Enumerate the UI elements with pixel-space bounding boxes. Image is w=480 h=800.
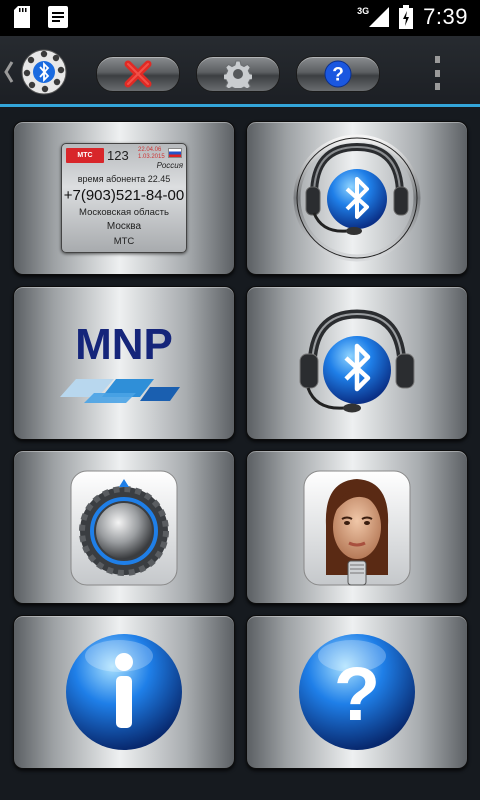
caller-card: МТС 123 22.04.06 1.03.2015 Россия время … [61, 143, 187, 253]
close-button[interactable] [96, 56, 180, 92]
card-location: Московская область [79, 207, 169, 218]
tile-caller-id[interactable]: МТС 123 22.04.06 1.03.2015 Россия время … [13, 121, 235, 275]
date-base: 1.03.2015 [138, 154, 165, 160]
help-question-icon: ? [324, 60, 352, 88]
info-icon [66, 634, 182, 750]
bluetooth-headset-ring-icon [293, 134, 421, 262]
clock: 7:39 [423, 4, 468, 29]
gear-icon [224, 60, 252, 88]
tile-bluetooth-headset[interactable] [246, 286, 468, 440]
signal-icon [369, 7, 390, 27]
card-time-label: время абонента 22.45 [77, 174, 171, 184]
card-phone: +7(903)521-84-00 [63, 187, 185, 204]
network-type-label: 3G [357, 6, 370, 16]
bluetooth-phone-dial-icon [21, 49, 67, 95]
action-bar-divider [0, 104, 480, 107]
tile-voice-assistant[interactable] [246, 450, 468, 604]
sd-card-icon [14, 6, 30, 28]
woman-microphone-icon [303, 470, 411, 586]
card-code: 123 [107, 148, 129, 163]
mnp-label: MNP [75, 320, 173, 369]
card-operator: МТС [113, 236, 135, 247]
svg-text:?: ? [334, 652, 380, 737]
card-city: Москва [106, 221, 142, 232]
back-chevron-icon [4, 61, 14, 83]
bluetooth-headset-icon [299, 309, 415, 413]
svg-text:?: ? [332, 65, 344, 86]
notification-icon [48, 6, 68, 28]
close-x-icon [124, 60, 152, 88]
settings-button[interactable] [196, 56, 280, 92]
tile-help[interactable]: ? [246, 615, 468, 769]
operator-logo: МТС [66, 148, 104, 163]
help-icon: ? [299, 634, 415, 750]
tile-mnp[interactable]: MNP [13, 286, 235, 440]
overflow-menu-icon[interactable] [432, 56, 442, 90]
russia-flag-icon [168, 148, 182, 158]
help-button[interactable]: ? [296, 56, 380, 92]
mnp-logo-icon: MNP [60, 320, 180, 403]
card-region: Россия [156, 161, 183, 170]
knob-icon [70, 470, 178, 586]
card-dates: 22.04.06 1.03.2015 [138, 147, 165, 161]
battery-charging-icon [399, 5, 414, 29]
status-bar: 3G 7:39 [0, 0, 480, 36]
tile-bluetooth-headset-ring[interactable] [246, 121, 468, 275]
tile-volume-knob[interactable] [13, 450, 235, 604]
date-updated: 22.04.06 [138, 147, 162, 153]
tile-info[interactable] [13, 615, 235, 769]
app-home-button[interactable] [4, 48, 70, 96]
